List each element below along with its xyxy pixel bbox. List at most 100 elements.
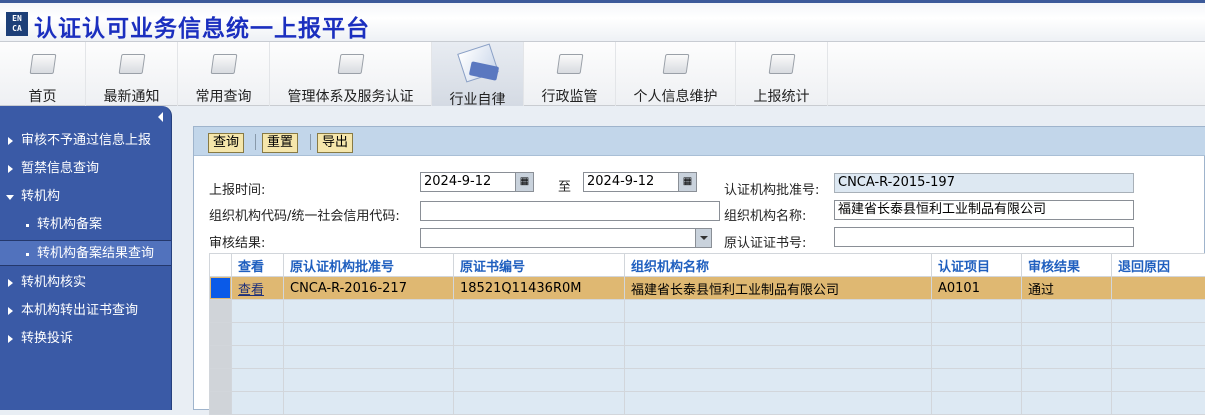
- empty-cell: [932, 392, 1022, 415]
- empty-cell: [625, 300, 932, 323]
- divider: [255, 134, 256, 150]
- bullet-icon: [26, 224, 29, 227]
- empty-row: [210, 300, 1205, 323]
- caret-down-icon: [6, 195, 14, 200]
- sidebar-item-transfer-complaint[interactable]: 转换投诉: [0, 326, 171, 352]
- col-org-name[interactable]: 组织机构名称: [625, 254, 932, 277]
- date-to-value: 2024-9-12: [587, 174, 654, 189]
- date-from-input[interactable]: 2024-9-12 ▦: [420, 172, 534, 192]
- col-reason[interactable]: 退回原因: [1112, 254, 1205, 277]
- folder-icon: [662, 54, 689, 74]
- empty-cell: [1022, 369, 1112, 392]
- calendar-icon[interactable]: ▦: [515, 173, 533, 191]
- empty-cell: [625, 323, 932, 346]
- org-code-input[interactable]: [420, 201, 720, 221]
- to-label: 至: [558, 176, 571, 195]
- cnca-logo: ENCA: [6, 12, 28, 36]
- empty-cell: [284, 392, 454, 415]
- empty-cell: [454, 323, 625, 346]
- sidebar-item-outgoing-cert-query[interactable]: 本机构转出证书查询: [0, 298, 171, 324]
- query-button[interactable]: 查询: [208, 133, 244, 153]
- top-nav: 首页 最新通知 常用查询 管理体系及服务认证 行业自律 行政监管 个人信息维护 …: [0, 42, 1205, 106]
- export-button[interactable]: 导出: [317, 133, 353, 153]
- nav-report-stats[interactable]: 上报统计: [736, 42, 828, 106]
- empty-cell: [454, 369, 625, 392]
- date-from-value: 2024-9-12: [424, 174, 491, 189]
- empty-cell: [232, 392, 284, 415]
- empty-cell: [210, 369, 232, 392]
- empty-cell: [284, 369, 454, 392]
- org-name-input[interactable]: 福建省长泰县恒利工业制品有限公司: [834, 200, 1134, 220]
- sidebar-item-transfer-filing-result[interactable]: 转机构备案结果查询: [0, 240, 171, 266]
- approval-no-field: CNCA-R-2015-197: [834, 173, 1134, 193]
- date-to-input[interactable]: 2024-9-12 ▦: [583, 172, 697, 192]
- sidebar-item-transfer-verify[interactable]: 转机构核实: [0, 270, 171, 296]
- empty-cell: [232, 323, 284, 346]
- org-code-label: 组织机构代码/统一社会信用代码:: [209, 205, 400, 224]
- nav-industry-self-discipline[interactable]: 行业自律: [432, 42, 524, 106]
- approval-no-label: 认证机构批准号:: [724, 179, 819, 198]
- folder-icon: [118, 54, 145, 74]
- empty-cell: [1112, 392, 1205, 415]
- empty-cell: [932, 369, 1022, 392]
- col-orig-approval[interactable]: 原认证机构批准号: [284, 254, 454, 277]
- empty-cell: [210, 300, 232, 323]
- view-link[interactable]: 查看: [238, 283, 264, 298]
- calendar-icon[interactable]: ▦: [678, 173, 696, 191]
- audit-result-label: 审核结果:: [209, 232, 265, 251]
- cell-orig-cert: 18521Q11436R0M: [454, 277, 625, 300]
- nav-common-query[interactable]: 常用查询: [178, 42, 270, 106]
- sidebar-item-transfer[interactable]: 转机构: [0, 184, 171, 210]
- col-result[interactable]: 审核结果: [1022, 254, 1112, 277]
- cell-org-name: 福建省长泰县恒利工业制品有限公司: [625, 277, 932, 300]
- org-name-label: 组织机构名称:: [724, 205, 806, 224]
- caret-right-icon: [8, 335, 13, 343]
- orig-cert-input[interactable]: [834, 227, 1134, 247]
- sidebar-item-audit-reject[interactable]: 审核不予通过信息上报: [0, 128, 171, 154]
- empty-cell: [284, 300, 454, 323]
- empty-cell: [1112, 369, 1205, 392]
- col-view[interactable]: 查看: [232, 254, 284, 277]
- cell-orig-approval: CNCA-R-2016-217: [284, 277, 454, 300]
- audit-result-select[interactable]: [420, 228, 712, 248]
- nav-home[interactable]: 首页: [0, 42, 86, 106]
- row-selector[interactable]: [210, 277, 232, 300]
- collapse-sidebar-icon[interactable]: [158, 112, 163, 122]
- divider: [310, 134, 311, 150]
- empty-cell: [232, 346, 284, 369]
- folder-icon: [29, 54, 56, 74]
- app-title: 认证认可业务信息统一上报平台: [34, 9, 370, 43]
- empty-cell: [625, 369, 932, 392]
- empty-cell: [625, 392, 932, 415]
- empty-cell: [1112, 323, 1205, 346]
- folder-icon: [210, 54, 237, 74]
- sidebar-item-transfer-filing[interactable]: 转机构备案: [0, 212, 171, 238]
- empty-cell: [454, 346, 625, 369]
- nav-admin-supervision[interactable]: 行政监管: [524, 42, 616, 106]
- col-orig-cert[interactable]: 原证书编号: [454, 254, 625, 277]
- report-time-label: 上报时间:: [209, 179, 265, 198]
- table-row[interactable]: 查看 CNCA-R-2016-217 18521Q11436R0M 福建省长泰县…: [210, 277, 1205, 300]
- nav-management-system[interactable]: 管理体系及服务认证: [270, 42, 432, 106]
- results-table: 查看 原认证机构批准号 原证书编号 组织机构名称 认证项目 审核结果 退回原因 …: [209, 253, 1205, 415]
- caret-right-icon: [8, 307, 13, 315]
- empty-row: [210, 392, 1205, 415]
- empty-cell: [210, 392, 232, 415]
- nav-notices[interactable]: 最新通知: [86, 42, 178, 106]
- chevron-down-icon[interactable]: [695, 229, 711, 247]
- empty-row: [210, 346, 1205, 369]
- empty-cell: [284, 346, 454, 369]
- sidebar: 审核不予通过信息上报 暂禁信息查询 转机构 转机构备案 转机构备案结果查询 转机…: [0, 106, 172, 410]
- reset-button[interactable]: 重置: [262, 133, 298, 153]
- empty-cell: [932, 346, 1022, 369]
- table-header: 查看 原认证机构批准号 原证书编号 组织机构名称 认证项目 审核结果 退回原因: [210, 254, 1205, 277]
- nav-personal-info[interactable]: 个人信息维护: [616, 42, 736, 106]
- caret-right-icon: [8, 165, 13, 173]
- empty-cell: [1022, 300, 1112, 323]
- row-indicator-header: [210, 254, 232, 277]
- col-project[interactable]: 认证项目: [932, 254, 1022, 277]
- caret-right-icon: [8, 279, 13, 287]
- empty-cell: [210, 346, 232, 369]
- selected-marker: [211, 278, 230, 298]
- sidebar-item-suspension-query[interactable]: 暂禁信息查询: [0, 156, 171, 182]
